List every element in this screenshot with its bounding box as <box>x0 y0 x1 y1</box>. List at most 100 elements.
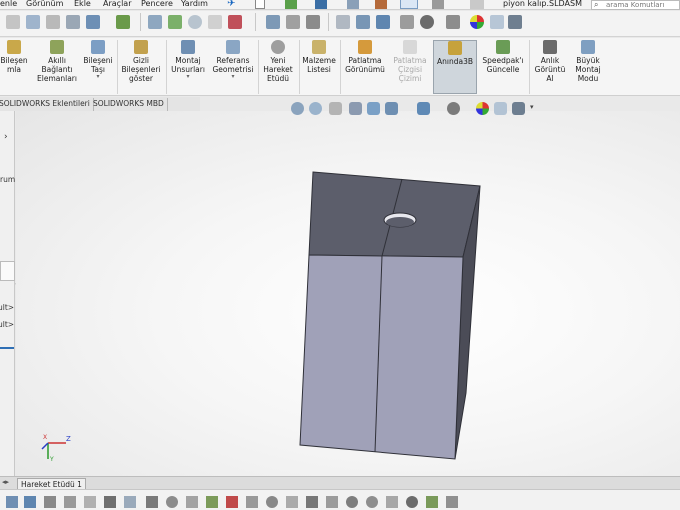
exploded-view-button[interactable]: Patlatma Görünümü <box>342 40 388 74</box>
previous-view-icon[interactable] <box>329 102 342 115</box>
expand-arrow-icon[interactable]: › <box>4 132 8 142</box>
update-speedpak-button[interactable]: Speedpak'ı Güncelle <box>480 40 526 74</box>
scroll-left-icon[interactable]: ◂▸ <box>2 478 9 486</box>
settings-icon[interactable] <box>208 15 222 29</box>
tree-item-partial[interactable]: rum <box>0 175 15 184</box>
dimension-icon[interactable] <box>246 496 258 508</box>
take-snapshot-button[interactable]: Anlık Görüntü Al <box>531 40 569 83</box>
options-icon[interactable] <box>432 0 444 9</box>
hide-items-icon[interactable] <box>446 15 460 29</box>
monitor-icon[interactable] <box>508 15 522 29</box>
reference-geometry-button[interactable]: Referans Geometrisi ▾ <box>210 40 256 80</box>
search-commands-input[interactable]: ⌕ arama Komutları <box>591 0 680 10</box>
view-settings-icon[interactable] <box>512 102 525 115</box>
hide-show-icon[interactable] <box>168 15 182 29</box>
display-style-icon[interactable] <box>417 102 430 115</box>
apply-scene-icon[interactable] <box>494 102 507 115</box>
hide-show-items-icon[interactable] <box>447 102 460 115</box>
scene-icon[interactable] <box>490 15 504 29</box>
feature-icon[interactable] <box>26 15 40 29</box>
rebuild-icon[interactable] <box>285 0 297 9</box>
new-document-icon[interactable] <box>255 0 265 9</box>
save-icon[interactable] <box>315 0 327 9</box>
sketch-icon[interactable] <box>6 15 20 29</box>
grid-icon[interactable] <box>84 496 96 508</box>
component-icon[interactable] <box>148 15 162 29</box>
large-assembly-mode-button[interactable]: Büyük Montaj Modu <box>569 40 607 83</box>
fillet-icon[interactable] <box>286 496 298 508</box>
trim-icon[interactable] <box>326 496 338 508</box>
graphics-area[interactable]: Z X Y <box>16 111 680 476</box>
chevron-down-icon[interactable]: ▾ <box>168 74 208 80</box>
pin-icon[interactable]: ✈ <box>227 0 235 9</box>
slot-icon[interactable] <box>146 496 158 508</box>
smart-fastener-icon[interactable] <box>116 15 130 29</box>
menu-item-help[interactable]: Yardım <box>181 0 208 8</box>
chevron-down-icon[interactable]: ▾ <box>80 74 116 80</box>
point-icon[interactable] <box>346 496 358 508</box>
view-orientation-icon[interactable] <box>356 15 370 29</box>
instant3d-button[interactable]: Anında3B <box>433 40 477 94</box>
menu-item-view[interactable]: Görünüm <box>26 0 63 8</box>
plus-icon[interactable] <box>426 496 438 508</box>
layer-icon[interactable] <box>336 15 350 29</box>
view-orientation-icon[interactable] <box>385 102 398 115</box>
zoom-icon[interactable] <box>266 15 280 29</box>
tab-solidworks-mbd[interactable]: SOLIDWORKS MBD <box>90 98 168 111</box>
insert-component-button[interactable]: Bileşen mla <box>0 40 34 74</box>
zoom-to-area-icon[interactable] <box>309 102 322 115</box>
extrude-icon[interactable] <box>24 496 36 508</box>
wrench-icon[interactable] <box>306 15 320 29</box>
part-front-face[interactable] <box>299 254 464 460</box>
mirror-icon[interactable] <box>104 496 116 508</box>
circle-icon[interactable] <box>366 496 378 508</box>
menu-item-tools[interactable]: Araçlar <box>103 0 131 8</box>
offset-icon[interactable] <box>64 496 76 508</box>
menu-item-insert[interactable]: Ekle <box>74 0 91 8</box>
smart-fasteners-button[interactable]: Akıllı Bağlantı Elemanları <box>36 40 78 83</box>
plane-icon[interactable] <box>46 15 60 29</box>
sketch-tool-icon[interactable] <box>6 496 18 508</box>
pattern-icon[interactable] <box>124 496 136 508</box>
color-swatch-icon[interactable] <box>228 15 242 29</box>
show-hidden-components-button[interactable]: Gizli Bileşenleri göster <box>119 40 163 83</box>
menu-item-window[interactable]: Pencere <box>141 0 173 8</box>
view-settings-icon[interactable] <box>420 15 434 29</box>
convert-icon[interactable] <box>386 496 398 508</box>
assembly-features-button[interactable]: Montaj Unsurları ▾ <box>168 40 208 80</box>
display-style-icon[interactable] <box>376 15 390 29</box>
settings-gear-icon[interactable] <box>470 0 484 9</box>
move-icon[interactable] <box>186 496 198 508</box>
move-component-button[interactable]: Bileşeni Taşı ▾ <box>80 40 116 80</box>
check-icon[interactable] <box>188 15 202 29</box>
print-icon[interactable] <box>347 0 359 9</box>
chevron-down-icon[interactable]: ▾ <box>530 103 534 111</box>
appearance-icon[interactable] <box>470 15 484 29</box>
menu-item-partial[interactable]: enle <box>0 0 17 8</box>
target-icon[interactable] <box>166 496 178 508</box>
tree-item-partial[interactable]: ult> <box>0 320 14 329</box>
edit-appearance-icon[interactable] <box>476 102 489 115</box>
chevron-down-icon[interactable]: ▾ <box>210 74 256 80</box>
angle-icon[interactable] <box>266 496 278 508</box>
mate-icon[interactable] <box>86 15 100 29</box>
undo-icon[interactable] <box>375 0 387 9</box>
display-icon[interactable] <box>406 496 418 508</box>
line-icon[interactable] <box>44 496 56 508</box>
check-mark-icon[interactable] <box>206 496 218 508</box>
exit-sketch-icon[interactable] <box>446 496 458 508</box>
axis-icon[interactable] <box>66 15 80 29</box>
panel-input-box[interactable] <box>0 261 15 281</box>
zoom-to-fit-icon[interactable] <box>291 102 304 115</box>
section-view-icon[interactable] <box>349 102 362 115</box>
explode-line-sketch-button[interactable]: Patlatma Çizgisi Çizimi <box>389 40 431 83</box>
new-motion-study-button[interactable]: Yeni Hareket Etüdü <box>259 40 297 83</box>
tree-item-partial[interactable]: ult> <box>0 303 14 312</box>
ruler-icon[interactable] <box>286 15 300 29</box>
relation-icon[interactable] <box>226 496 238 508</box>
dynamic-annotation-icon[interactable] <box>367 102 380 115</box>
bill-of-materials-button[interactable]: Malzeme Listesi <box>300 40 338 74</box>
tab-solidworks-addins[interactable]: SOLIDWORKS Eklentileri <box>0 98 94 111</box>
spline-icon[interactable] <box>306 496 318 508</box>
select-arrow-icon[interactable] <box>400 0 418 9</box>
